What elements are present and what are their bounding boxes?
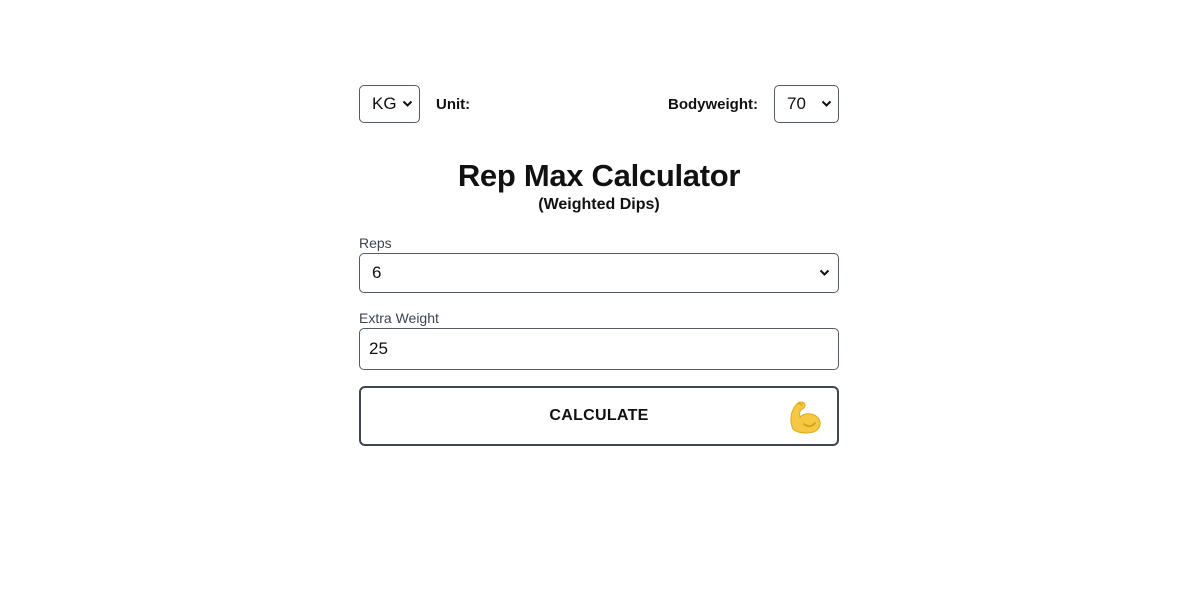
bodyweight-select[interactable]: 70 [774,85,839,123]
bodyweight-select-value: 70 [787,94,806,113]
reps-label: Reps [359,235,392,251]
reps-select-value: 6 [372,263,382,282]
unit-select[interactable]: KG [359,85,420,123]
chevron-down-icon [402,100,413,107]
calculate-button-label: CALCULATE [549,407,649,424]
chevron-down-icon [821,100,832,107]
extra-weight-input[interactable] [359,328,839,370]
bodyweight-label: Bodyweight: [668,96,758,113]
flexed-biceps-icon [790,401,821,434]
settings-row: KG Unit: Bodyweight: 70 [359,85,839,125]
calculate-button[interactable]: CALCULATE [359,386,839,446]
unit-select-value: KG [372,94,397,113]
page-subtitle: (Weighted Dips) [538,196,660,213]
chevron-down-icon [819,269,830,276]
calculator-container: KG Unit: Bodyweight: 70 Rep Max Calculat… [359,85,839,446]
unit-label: Unit: [436,96,471,113]
page-title: Rep Max Calculator [457,158,741,193]
reps-select[interactable]: 6 [359,253,839,293]
extra-weight-label: Extra Weight [359,310,439,326]
